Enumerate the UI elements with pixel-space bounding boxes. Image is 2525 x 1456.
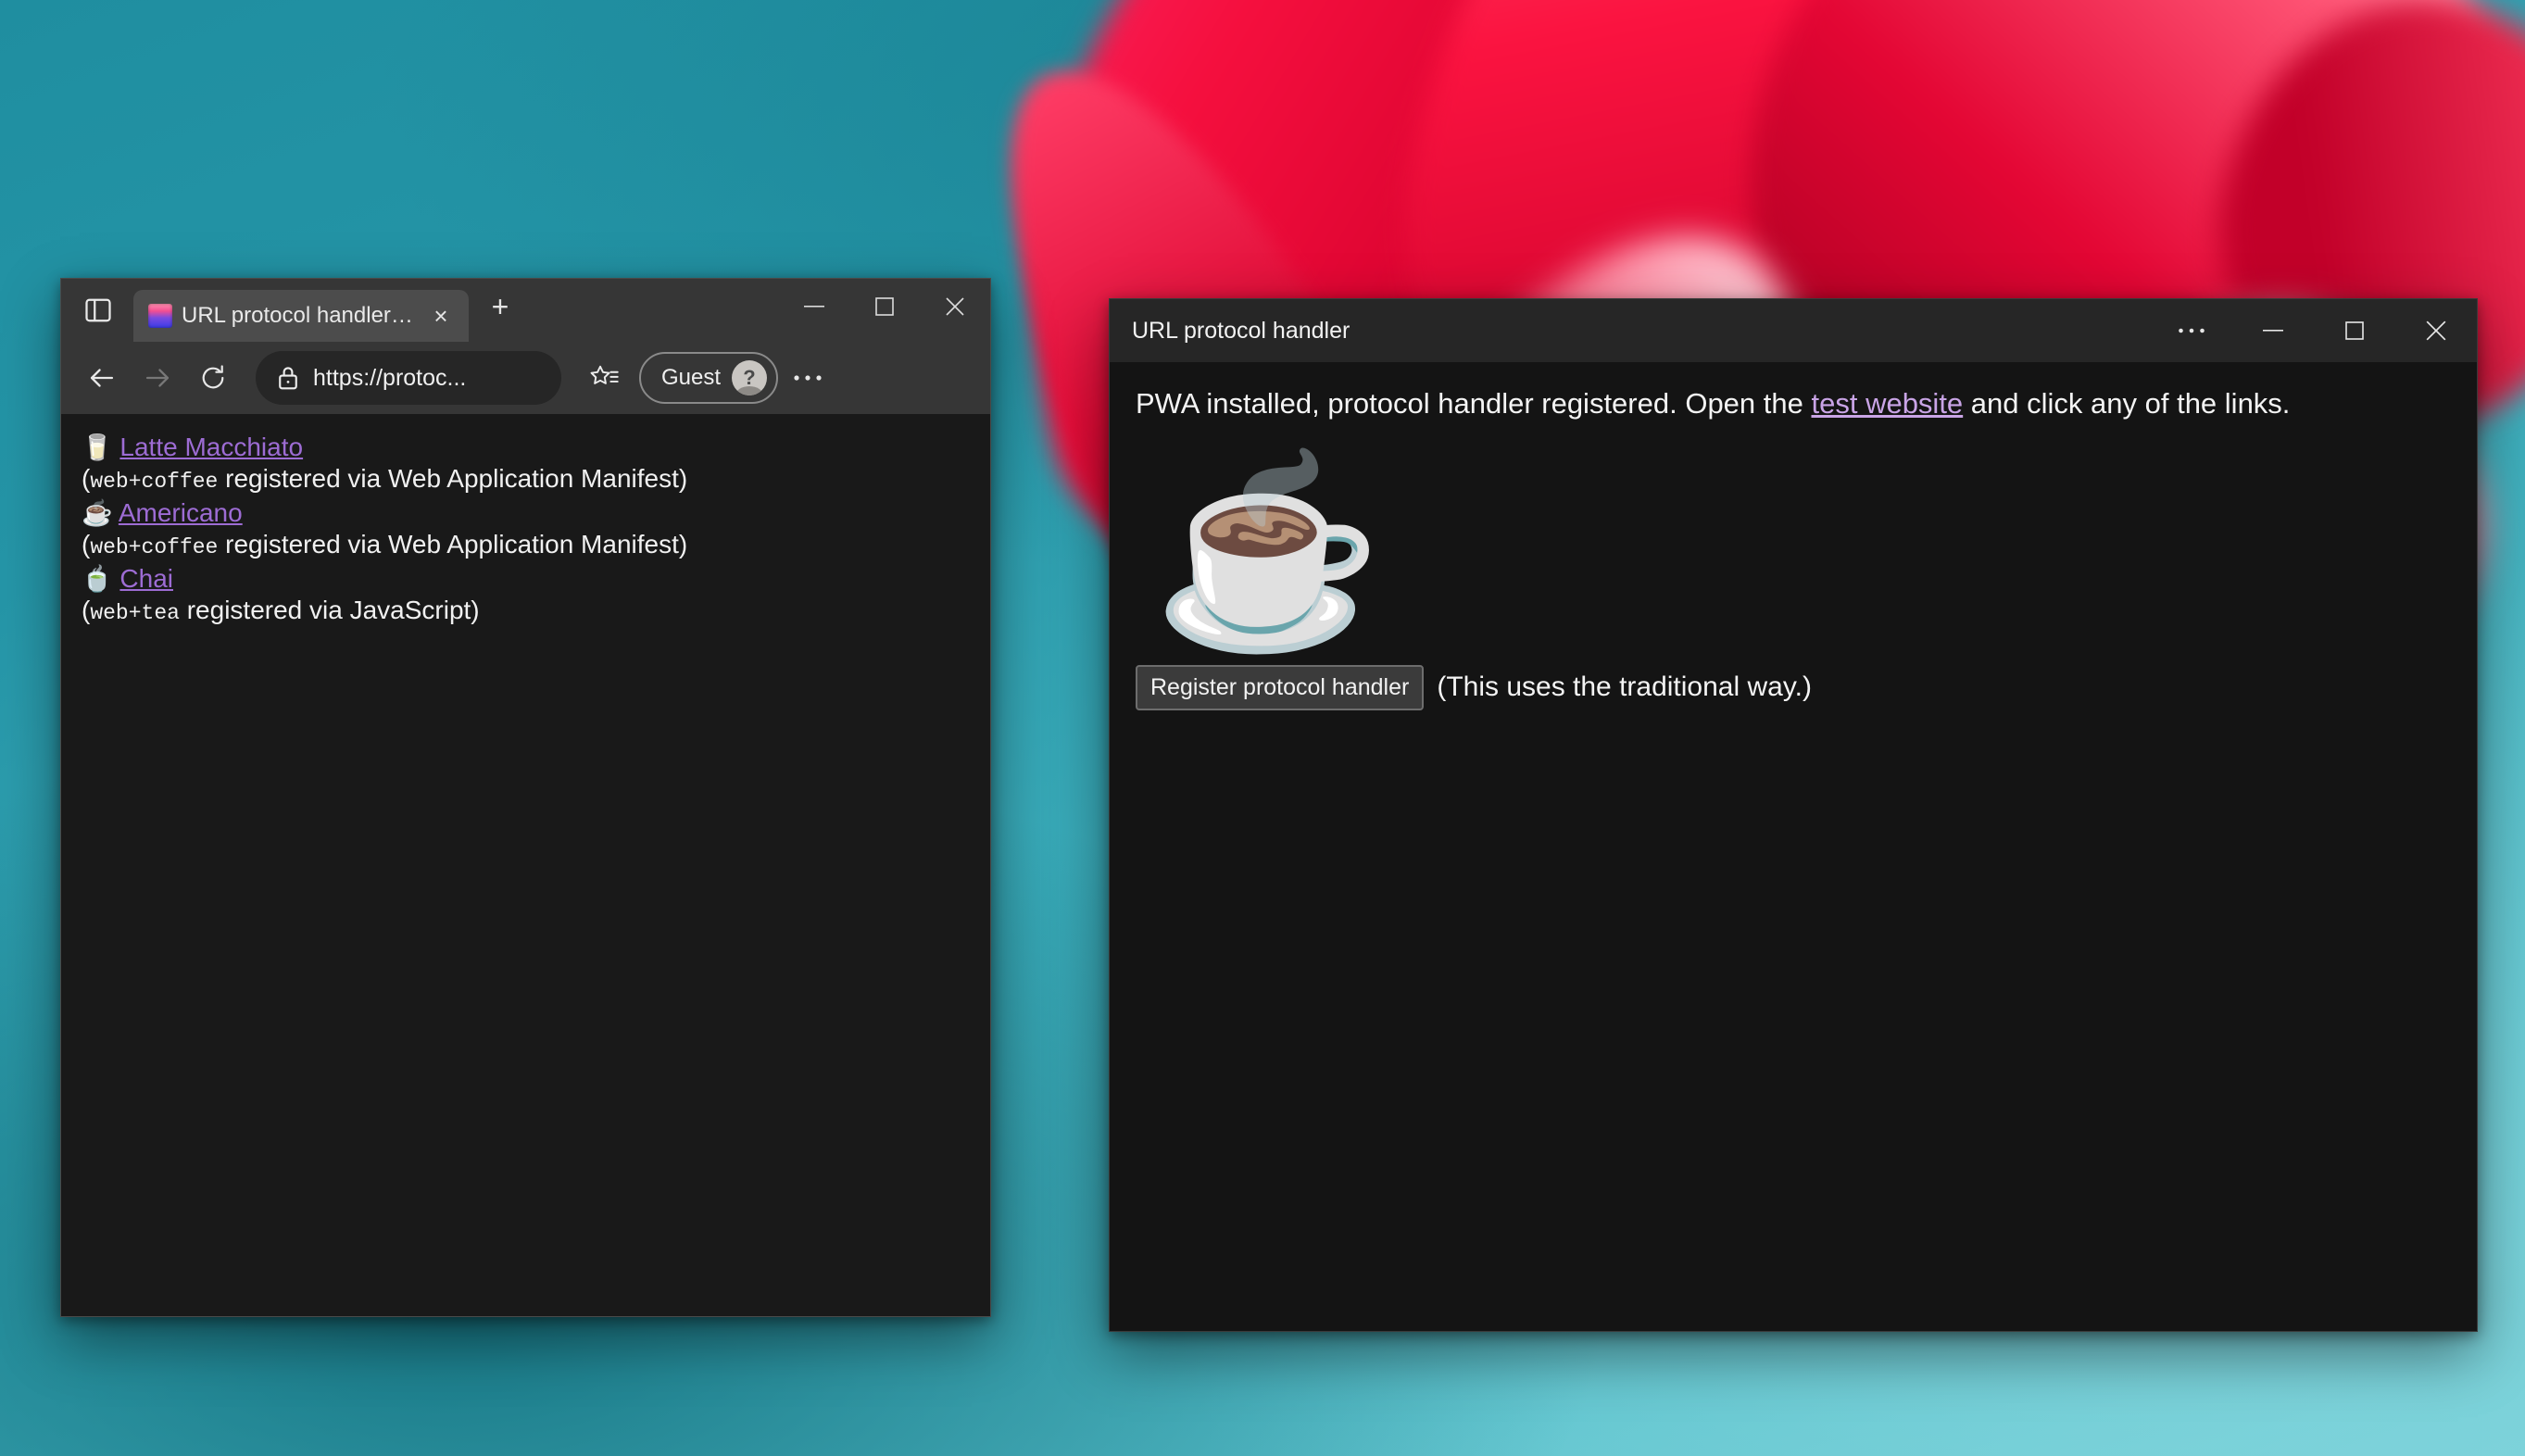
browser-window-controls <box>779 279 990 334</box>
avatar-glyph: ? <box>743 366 756 389</box>
protocol-link-chai[interactable]: Chai <box>119 564 173 593</box>
pwa-maximize-button[interactable] <box>2314 299 2395 362</box>
protocol-link-americano[interactable]: Americano <box>119 498 243 527</box>
scheme-name: web+tea <box>90 601 180 625</box>
browser-window: URL protocol handler links × + <box>60 278 991 1317</box>
list-item: 🥛 Latte Macchiato <box>82 434 990 460</box>
forward-icon[interactable] <box>132 352 183 404</box>
test-website-link[interactable]: test website <box>1811 387 1963 420</box>
avatar: ? <box>732 360 768 395</box>
milk-glass-icon: 🥛 <box>82 433 113 461</box>
browser-page-content: 🥛 Latte Macchiato (web+coffee registered… <box>61 414 990 1316</box>
site-favicon <box>148 304 172 328</box>
hot-beverage-image: ☕ <box>1152 446 2451 659</box>
close-icon[interactable]: × <box>422 297 459 334</box>
pwa-minimize-button[interactable] <box>2232 299 2314 362</box>
maximize-button[interactable] <box>849 279 920 334</box>
list-item: 🍵 Chai <box>82 566 990 592</box>
profile-button[interactable]: Guest ? <box>639 352 779 404</box>
browser-tab[interactable]: URL protocol handler links × <box>133 290 469 342</box>
close-button[interactable] <box>920 279 990 334</box>
traditional-way-note: (This uses the traditional way.) <box>1437 672 1812 703</box>
list-item: ☕ Americano <box>82 500 990 526</box>
note-open-paren: ( <box>82 530 91 559</box>
new-tab-button[interactable]: + <box>482 288 519 325</box>
pwa-status-text-after: and click any of the links. <box>1963 387 2291 420</box>
note-open-paren: ( <box>82 464 91 493</box>
back-icon[interactable] <box>76 352 128 404</box>
browser-tab-strip: URL protocol handler links × + <box>61 279 990 342</box>
pwa-more-icon[interactable] <box>2151 299 2232 362</box>
browser-settings-icon[interactable] <box>782 352 834 404</box>
register-protocol-handler-button[interactable]: Register protocol handler <box>1136 664 1425 710</box>
profile-label: Guest <box>661 365 722 390</box>
lock-icon <box>276 364 300 392</box>
pwa-action-row: Register protocol handler (This uses the… <box>1136 664 2451 710</box>
list-item-note: (web+coffee registered via Web Applicati… <box>82 466 990 493</box>
teacup-icon: 🍵 <box>82 565 113 593</box>
pwa-window: URL protocol handler PWA installed, prot… <box>1109 298 2478 1332</box>
desktop: URL protocol handler links × + <box>0 0 2525 1456</box>
hot-beverage-icon: ☕ <box>82 499 113 527</box>
list-item-note: (web+coffee registered via Web Applicati… <box>82 532 990 559</box>
address-bar-url: https://protoc... <box>313 364 467 391</box>
scheme-name: web+coffee <box>90 470 219 494</box>
pwa-content: PWA installed, protocol handler register… <box>1110 362 2477 1331</box>
pwa-title-bar[interactable]: URL protocol handler <box>1110 299 2477 362</box>
note-text: registered via Web Application Manifest) <box>218 464 688 493</box>
note-text: registered via JavaScript) <box>179 596 480 624</box>
pwa-close-button[interactable] <box>2395 299 2477 362</box>
note-text: registered via Web Application Manifest) <box>218 530 688 559</box>
minimize-button[interactable] <box>779 279 849 334</box>
pwa-status-text: PWA installed, protocol handler register… <box>1136 386 2451 422</box>
tab-actions-icon[interactable] <box>72 284 124 336</box>
scheme-name: web+coffee <box>90 535 219 559</box>
list-item-note: (web+tea registered via JavaScript) <box>82 597 990 624</box>
favorites-star-icon[interactable] <box>578 352 630 404</box>
address-bar[interactable]: https://protoc... <box>256 351 561 405</box>
pwa-window-controls <box>2151 299 2477 362</box>
note-open-paren: ( <box>82 596 91 624</box>
refresh-icon[interactable] <box>187 352 239 404</box>
pwa-status-text-before: PWA installed, protocol handler register… <box>1136 387 1812 420</box>
browser-toolbar: https://protoc... Guest ? <box>61 342 990 414</box>
pwa-title: URL protocol handler <box>1132 317 1350 344</box>
tab-title: URL protocol handler links <box>182 303 413 328</box>
protocol-link-latte-macchiato[interactable]: Latte Macchiato <box>119 433 303 461</box>
hot-beverage-icon: ☕ <box>1152 448 1384 656</box>
